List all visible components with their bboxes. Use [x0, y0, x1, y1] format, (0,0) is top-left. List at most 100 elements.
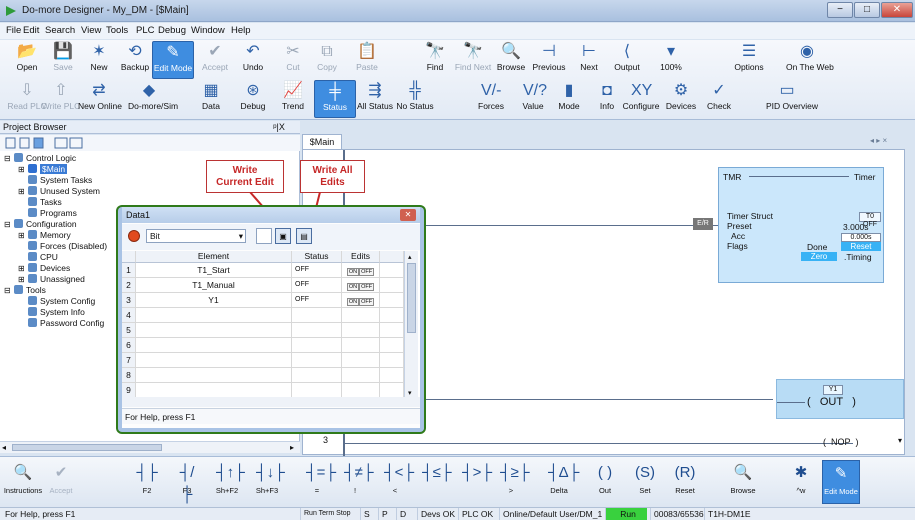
new-page-icon[interactable] — [256, 228, 272, 244]
tree-item-programs[interactable]: Programs — [18, 208, 77, 219]
element-cell[interactable]: T1_Manual — [136, 278, 292, 293]
instr-edge-down-button[interactable]: ┤↓├ Sh+F3 — [248, 460, 286, 504]
instr-browse-button[interactable]: 🔍 Browse — [724, 460, 762, 504]
toolbar-options-button[interactable]: ☰ Options — [728, 41, 770, 79]
expand-toggle-icon[interactable]: ⊟ — [4, 285, 14, 296]
column-header[interactable]: Status — [292, 251, 342, 263]
toolbar-configure-button[interactable]: XY Configure — [620, 80, 662, 118]
expand-toggle-icon[interactable]: ⊟ — [4, 219, 14, 230]
toolbar-new-online-button[interactable]: ⇄ New Online — [78, 80, 122, 118]
toolbar-web-button[interactable]: ◉ On The Web — [786, 41, 834, 79]
instr-edge-up-button[interactable]: ┤↑├ Sh+F2 — [208, 460, 246, 504]
edit-cell[interactable]: ON OFF — [342, 263, 380, 278]
edit-cell[interactable] — [342, 338, 380, 353]
menu-search[interactable]: Search — [45, 25, 75, 37]
tree-item-unassigned[interactable]: ⊞ Unassigned — [18, 274, 85, 285]
expand-toggle-icon[interactable]: ⊞ — [18, 263, 28, 274]
menu-debug[interactable]: Debug — [158, 25, 186, 37]
edit-cell[interactable]: ON OFF — [342, 293, 380, 308]
element-cell[interactable] — [136, 383, 292, 398]
grid-hscrollbar[interactable] — [122, 397, 420, 407]
expand-toggle-icon[interactable]: ⊞ — [18, 164, 28, 175]
tree-item-unused-system[interactable]: ⊞ Unused System — [18, 186, 100, 197]
toolbar-status-button[interactable]: ╪ Status — [314, 80, 356, 118]
tree-item-system-config[interactable]: System Config — [18, 296, 95, 307]
element-cell[interactable]: Y1 — [136, 293, 292, 308]
format-select[interactable]: Bit ▾ — [146, 229, 246, 243]
tree-item-system-info[interactable]: System Info — [18, 307, 85, 318]
toolbar-undo-button[interactable]: ↶ Undo — [232, 41, 274, 79]
toolbar-mode-button[interactable]: ▮ Mode — [548, 80, 590, 118]
toolbar-backup-button[interactable]: ⟲ Backup — [114, 41, 156, 79]
data-view-window[interactable]: Data1 ✕ Bit ▾ ▣ ▤ Element Status Edits 1 T1_… — [118, 207, 424, 432]
toolbar-find-button[interactable]: 🔭 Find — [414, 41, 456, 79]
instr-contact-no-button[interactable]: ┤├ F2 — [128, 460, 166, 504]
toolbar-output-button[interactable]: ⟨ Output — [606, 41, 648, 79]
on-toggle[interactable]: ON — [346, 283, 360, 291]
out-coil-selected[interactable]: Y1 ( OUT ) — [776, 379, 904, 419]
edit-cell[interactable] — [342, 308, 380, 323]
browser-toolbar-icons[interactable] — [0, 135, 90, 151]
toolbar-all-status-button[interactable]: ⇶ All Status — [354, 80, 396, 118]
menu-view[interactable]: View — [81, 25, 101, 37]
instr-coil-set-button[interactable]: (S) Set — [626, 460, 664, 504]
toolbar-debug-button[interactable]: ⊛ Debug — [232, 80, 274, 118]
tree-item-tools[interactable]: ⊟ Tools — [4, 285, 46, 296]
off-toggle[interactable]: OFF — [359, 283, 375, 291]
tree-item-devices[interactable]: ⊞ Devices — [18, 263, 70, 274]
record-icon[interactable] — [128, 230, 140, 242]
tree-item-configuration[interactable]: ⊟ Configuration — [4, 219, 77, 230]
project-tree-scrollbar[interactable]: ◂ ▸ — [0, 441, 300, 453]
instr-edit-mode-button[interactable]: ✎ Edit Mode — [822, 460, 860, 504]
write-current-edit-icon[interactable]: ▣ — [275, 228, 291, 244]
toolbar-no-status-button[interactable]: ╬ No Status — [394, 80, 436, 118]
menu-edit[interactable]: Edit — [23, 25, 39, 37]
reset-button[interactable]: Reset — [841, 242, 881, 251]
element-cell[interactable]: T1_Start — [136, 263, 292, 278]
instr-compare-ge-button[interactable]: ┤≥├ > — [492, 460, 530, 504]
instr-compare-le-button[interactable]: ┤≤├ — [414, 460, 452, 504]
timer-instruction[interactable]: TMR Timer Timer Struct Preset Acc Flags … — [718, 167, 884, 283]
toolbar-previous-button[interactable]: ⊣ Previous — [528, 41, 570, 79]
on-toggle[interactable]: ON — [346, 298, 360, 306]
pin-close-icon[interactable]: ᵖ|X — [260, 121, 298, 133]
instr-delta-button[interactable]: ┤Δ├ Delta — [540, 460, 579, 504]
element-cell[interactable] — [136, 368, 292, 383]
scroll-down-icon[interactable]: ▾ — [898, 436, 906, 446]
instr-coil-reset-button[interactable]: (R) Reset — [666, 460, 704, 504]
toolbar-zoom-button[interactable]: ▾ 100% — [650, 41, 692, 79]
expand-toggle-icon[interactable]: ⊞ — [18, 274, 28, 285]
edit-cell[interactable] — [342, 323, 380, 338]
menu-tools[interactable]: Tools — [106, 25, 128, 37]
toolbar-edit-mode-button[interactable]: ✎ Edit Mode — [152, 41, 194, 79]
close-button[interactable]: ✕ — [881, 2, 913, 18]
edit-cell[interactable] — [342, 353, 380, 368]
element-cell[interactable] — [136, 308, 292, 323]
write-all-edits-icon[interactable]: ▤ — [296, 228, 312, 244]
toolbar-data-button[interactable]: ▦ Data — [190, 80, 232, 118]
on-toggle[interactable]: ON — [346, 268, 360, 276]
element-cell[interactable] — [136, 323, 292, 338]
column-header[interactable]: Element — [136, 251, 292, 263]
off-toggle[interactable]: OFF — [359, 268, 375, 276]
column-header[interactable]: Edits — [342, 251, 380, 263]
edit-cell[interactable] — [342, 368, 380, 383]
off-toggle[interactable]: OFF — [359, 298, 375, 306]
tree-item-tasks[interactable]: Tasks — [18, 197, 62, 208]
menu-window[interactable]: Window — [191, 25, 225, 37]
minimize-button[interactable]: − — [827, 2, 853, 18]
instr-contact-nc-button[interactable]: ┤/├ F3 — [168, 460, 206, 504]
data-grid[interactable]: Element Status Edits 1 T1_Start OFF ON OFF 2 T1_M… — [122, 251, 420, 401]
element-cell[interactable] — [136, 338, 292, 353]
nop-instruction[interactable]: ( NOP ) — [823, 436, 859, 448]
expand-toggle-icon[interactable]: ⊞ — [18, 230, 28, 241]
expand-toggle-icon[interactable]: ⊞ — [18, 186, 28, 197]
maximize-button[interactable]: □ — [854, 2, 880, 18]
instr-compare-gt-button[interactable]: ┤>├ — [454, 460, 492, 504]
grid-scrollbar[interactable]: ▴ ▾ — [404, 251, 418, 401]
menu-plc[interactable]: PLC — [136, 25, 154, 37]
instr-compare-lt-button[interactable]: ┤<├ < — [376, 460, 414, 504]
tree-item-password-config[interactable]: Password Config — [18, 318, 104, 329]
tab-nav-icons[interactable]: ◂ ▸ × — [870, 136, 887, 145]
element-cell[interactable] — [136, 353, 292, 368]
